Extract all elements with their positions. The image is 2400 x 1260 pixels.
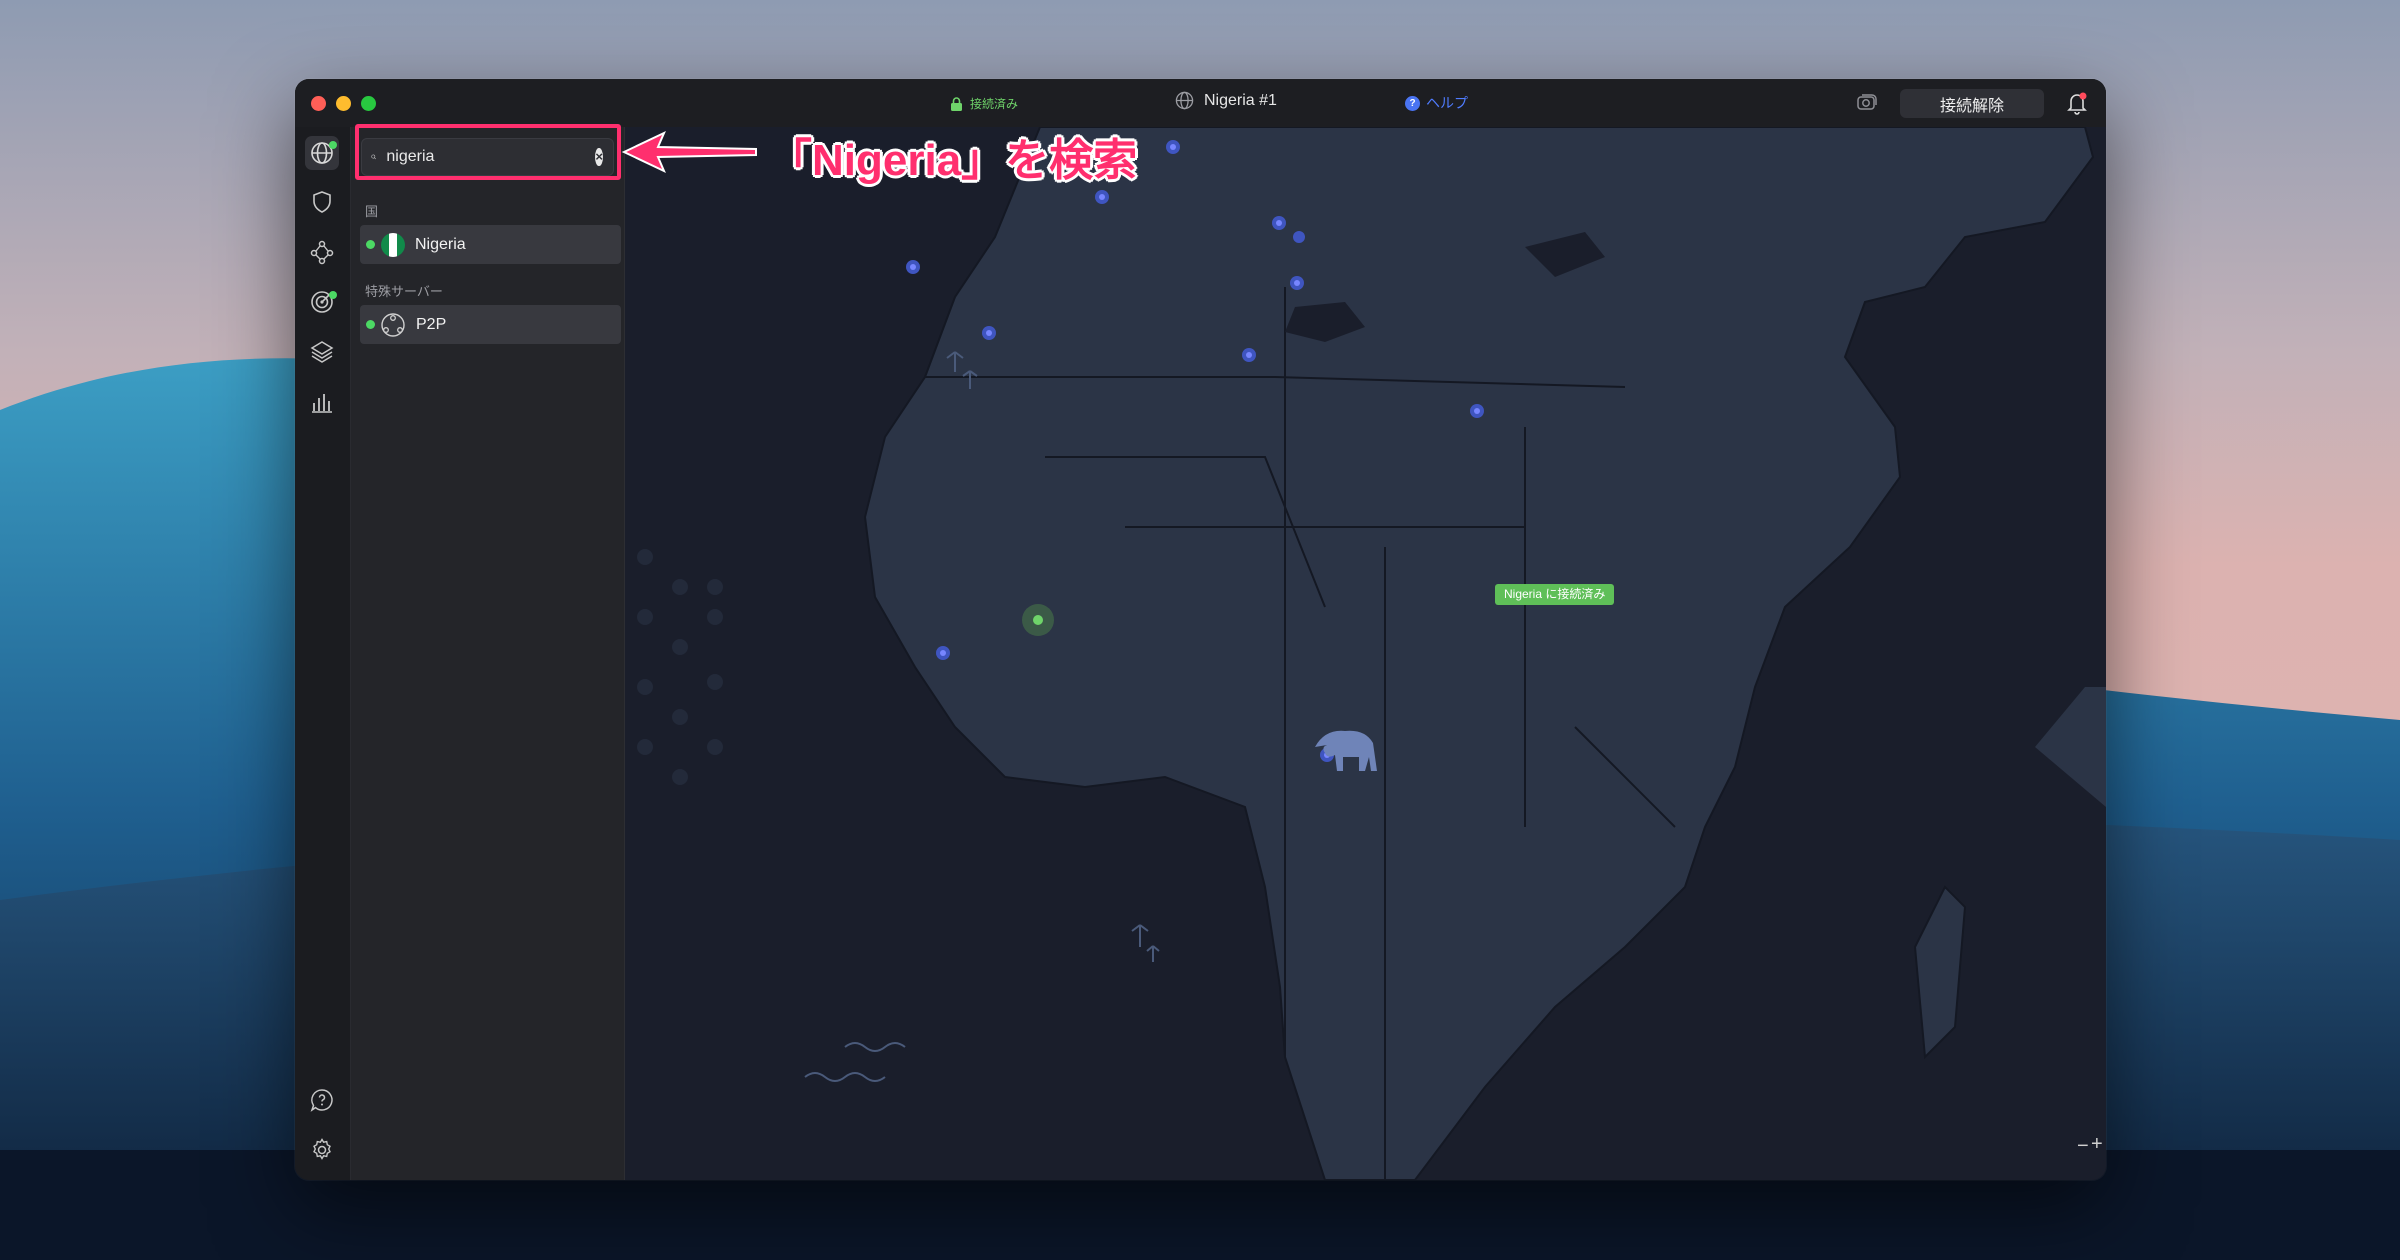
search-box: ×: [361, 138, 614, 176]
search-input[interactable]: [384, 147, 596, 167]
special-label: P2P: [416, 315, 447, 333]
search-icon: [371, 154, 376, 160]
connected-location-label: Nigeria に接続済み: [1495, 584, 1615, 605]
app-window: 接続済み Nigeria #1 ? ヘルプ 接続解除 nigeria × 国 N…: [295, 79, 2106, 1180]
country-label: Nigeria: [415, 235, 466, 253]
connected-dot: [366, 320, 375, 329]
zoom-out-button[interactable]: −: [2077, 1135, 2089, 1158]
connected-dot: [329, 141, 337, 149]
help-icon: ?: [1405, 95, 1420, 111]
connected-dot: [366, 240, 375, 249]
server-name: Nigeria #1: [1204, 91, 1277, 109]
special-item-p2p[interactable]: P2P: [360, 305, 621, 344]
connection-status: 接続済み: [950, 95, 1018, 112]
country-item-nigeria[interactable]: Nigeria: [360, 225, 621, 264]
shield-icon[interactable]: [305, 185, 339, 219]
threat-status-dot: [329, 291, 337, 299]
p2p-icon: [381, 312, 405, 337]
status-text: 接続済み: [970, 97, 1019, 111]
annotation-arrow-icon: [621, 130, 757, 174]
clear-search-icon[interactable]: ×: [595, 148, 603, 166]
search-panel: × 国 Nigeria 特殊サーバー P2P: [351, 127, 625, 1180]
minimize-window-button[interactable]: [336, 96, 351, 111]
title-bar: 接続済み Nigeria #1 ? ヘルプ 接続解除: [295, 79, 2106, 128]
nigeria-flag-icon: [381, 232, 405, 257]
navigation-rail: [295, 127, 351, 1180]
help-label: ヘルプ: [1426, 95, 1468, 111]
help-chat-icon[interactable]: [305, 1083, 339, 1117]
stats-icon[interactable]: [305, 385, 339, 419]
settings-icon[interactable]: [305, 1133, 339, 1167]
meshnet-icon[interactable]: [305, 235, 339, 269]
annotation-label: 「Nigeria」を検索: [768, 136, 1138, 185]
threat-radar-icon[interactable]: [305, 285, 339, 319]
disconnect-button[interactable]: 接続解除: [1900, 89, 2044, 118]
layers-icon[interactable]: [305, 335, 339, 369]
world-map[interactable]: Nigeria に接続済み − +: [625, 127, 2106, 1180]
current-server: Nigeria #1: [1175, 91, 1277, 110]
screenshot-icon[interactable]: [1855, 91, 1879, 115]
zoom-in-button[interactable]: +: [2091, 1133, 2103, 1156]
bell-icon[interactable]: [2066, 91, 2088, 115]
countries-header: 国: [365, 204, 379, 219]
close-window-button[interactable]: [311, 96, 326, 111]
globe-icon: [1175, 91, 1194, 110]
special-servers-header: 特殊サーバー: [365, 284, 443, 299]
zoom-window-button[interactable]: [361, 96, 376, 111]
help-link[interactable]: ? ヘルプ: [1405, 93, 1468, 113]
lock-icon: [951, 96, 962, 111]
